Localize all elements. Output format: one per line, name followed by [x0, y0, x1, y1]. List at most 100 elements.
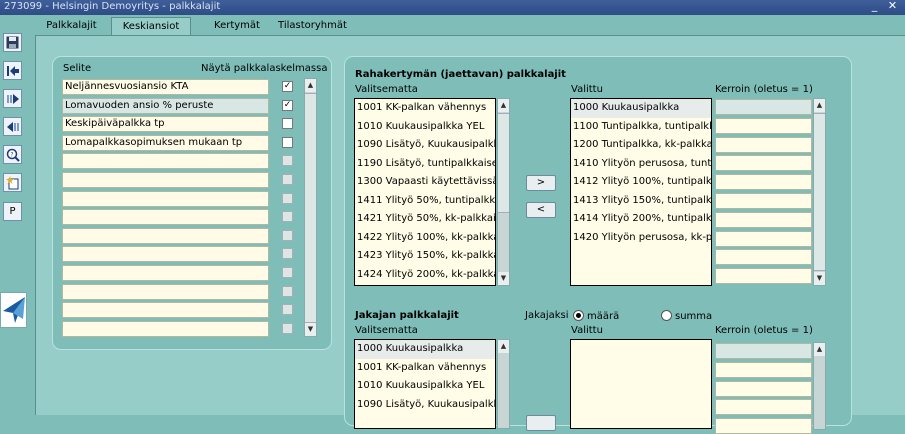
previous-record-button[interactable]: [3, 117, 22, 136]
unselected-palkkalaji-item[interactable]: 1300 Vapaasti käytettävissä: [355, 173, 495, 192]
save-button[interactable]: [3, 33, 22, 52]
move-left-button[interactable]: <: [526, 202, 556, 218]
selite-field[interactable]: [62, 209, 269, 226]
show-in-payslip-checkbox[interactable]: [282, 229, 293, 241]
selite-field[interactable]: Keskipäiväpalkka tp: [62, 116, 269, 133]
show-in-payslip-checkbox[interactable]: [282, 174, 293, 185]
unselected-palkkalaji-item[interactable]: 1421 Ylityö 50%, kk-palkkaiset: [355, 210, 495, 229]
jakaja-unselected-list[interactable]: 1000 Kuukausipalkka 1001 KK-palkan vähenn…: [354, 339, 496, 429]
jakaja-selected-list[interactable]: [570, 339, 712, 429]
selite-field[interactable]: [62, 172, 269, 188]
radio-summa[interactable]: [661, 310, 672, 321]
show-in-payslip-checkbox[interactable]: [282, 248, 293, 260]
selected-palkkalaji-item[interactable]: 1200 Tuntipalkka, kk-palkkaiset: [571, 136, 711, 155]
scroll-thumb[interactable]: [498, 113, 509, 213]
scroll-down-icon[interactable]: ▼: [498, 272, 509, 285]
unselected-palkkalaji-item[interactable]: 1422 Ylityö 100%, kk-palkkaiset: [355, 229, 495, 248]
scroll-up-icon[interactable]: ▲: [305, 79, 316, 92]
kerroin-input[interactable]: [715, 117, 812, 134]
show-in-payslip-checkbox[interactable]: [282, 211, 293, 223]
unselected-palkkalaji-item[interactable]: 1001 KK-palkan vähennys: [355, 359, 495, 378]
jakaja-move-button[interactable]: [526, 415, 556, 431]
tab-keskiansiot[interactable]: Keskiansiot: [111, 17, 191, 37]
scroll-thumb[interactable]: [814, 113, 825, 271]
show-in-payslip-checkbox[interactable]: [282, 322, 293, 334]
p-button[interactable]: P: [3, 202, 22, 221]
kerroin-input[interactable]: [715, 211, 812, 228]
search-button[interactable]: ?: [3, 145, 22, 164]
new-record-button[interactable]: [3, 173, 22, 192]
kerroin-input[interactable]: [715, 136, 812, 153]
show-in-payslip-checkbox[interactable]: [282, 304, 293, 316]
selite-field[interactable]: [62, 227, 269, 244]
show-in-payslip-checkbox[interactable]: [282, 136, 293, 148]
selite-field[interactable]: [62, 265, 269, 281]
scroll-down-icon[interactable]: ▼: [305, 323, 316, 336]
selected-palkkalaji-item[interactable]: 1412 Ylityö 100%, tuntipalkkaiset: [571, 173, 711, 192]
selected-palkkalaji-item[interactable]: 1420 Ylityön perusosa, kk-palkkaiset: [571, 229, 711, 248]
kerroin-input[interactable]: [715, 343, 812, 359]
show-in-payslip-checkbox[interactable]: ✓: [282, 99, 293, 111]
kerroin-input[interactable]: [715, 174, 812, 191]
show-in-payslip-checkbox[interactable]: ✓: [282, 81, 293, 92]
kerroin-input[interactable]: [715, 268, 812, 285]
unselected-palkkalaji-item[interactable]: 1090 Lisätyö, Kuukausipalkka: [355, 136, 495, 155]
minimize-button[interactable]: _: [867, 0, 882, 13]
unselected-palkkalaji-item[interactable]: 1001 KK-palkan vähennys: [355, 99, 495, 118]
selected-palkkalaji-item[interactable]: 1413 Ylityö 150%, tuntipalkkaiset: [571, 192, 711, 211]
unselected-palkkalaji-item[interactable]: 1010 Kuukausipalkka YEL: [355, 118, 495, 137]
next-record-button[interactable]: [3, 89, 22, 108]
selected-palkkalaji-item[interactable]: 1410 Ylityön perusosa, tuntipalkkaiset: [571, 155, 711, 174]
scroll-up-icon[interactable]: ▲: [498, 340, 509, 353]
kerroin-input[interactable]: [715, 155, 812, 172]
unselected-palkkalaji-item[interactable]: 1424 Ylityö 200%, kk-palkkaiset: [355, 266, 495, 285]
tab-tilastoryhmat[interactable]: Tilastoryhmät: [275, 17, 350, 37]
show-in-payslip-checkbox[interactable]: [282, 155, 293, 167]
show-in-payslip-checkbox[interactable]: [282, 192, 293, 204]
scroll-up-icon[interactable]: ▲: [814, 99, 825, 112]
jakaja-scrollbar[interactable]: ▲: [813, 342, 826, 430]
jakaja-unselected-scrollbar[interactable]: ▲: [497, 339, 510, 429]
unselected-palkkalaji-item[interactable]: 1000 Kuukausipalkka: [355, 340, 495, 359]
kerroin-input[interactable]: [715, 418, 812, 434]
radio-maara[interactable]: [573, 310, 584, 321]
kerroin-input[interactable]: [715, 99, 812, 115]
selected-palkkalaji-item[interactable]: 1000 Kuukausipalkka: [571, 99, 711, 118]
rahakertyma-unselected-list[interactable]: 1001 KK-palkan vähennys 1010 Kuukausipalk…: [354, 98, 496, 286]
selite-field[interactable]: Neljännesvuosiansio KTA: [62, 79, 269, 95]
kerroin-input[interactable]: [715, 230, 812, 247]
scroll-down-icon[interactable]: ▼: [814, 272, 825, 285]
rahakertyma-unselected-scrollbar[interactable]: ▲ ▼: [497, 98, 510, 286]
scroll-up-icon[interactable]: ▲: [814, 343, 825, 356]
selite-field[interactable]: Lomapalkkasopimuksen mukaan tp: [62, 134, 269, 151]
selite-field[interactable]: [62, 302, 269, 319]
show-in-payslip-checkbox[interactable]: [282, 267, 293, 278]
rahakertyma-scrollbar[interactable]: ▲ ▼: [813, 98, 826, 286]
selite-field[interactable]: [62, 283, 269, 300]
kerroin-input[interactable]: [715, 399, 812, 416]
kerroin-input[interactable]: [715, 249, 812, 266]
kerroin-input[interactable]: [715, 193, 812, 209]
unselected-palkkalaji-item[interactable]: 1090 Lisätyö, Kuukausipalkka: [355, 396, 495, 415]
tab-kertymat[interactable]: Kertymät: [207, 17, 267, 37]
selite-field[interactable]: [62, 246, 269, 263]
tab-palkkalajit[interactable]: Palkkalajit: [39, 17, 104, 37]
move-right-button[interactable]: >: [526, 175, 556, 191]
selite-scrollbar[interactable]: ▲ ▼: [304, 78, 317, 337]
unselected-palkkalaji-item[interactable]: 1423 Ylityö 150%, kk-palkkaiset: [355, 247, 495, 266]
unselected-palkkalaji-item[interactable]: 1190 Lisätyö, tuntipalkkaiset: [355, 155, 495, 174]
selected-palkkalaji-item[interactable]: 1414 Ylityö 200%, tuntipalkkaiset: [571, 210, 711, 229]
show-in-payslip-checkbox[interactable]: [282, 118, 293, 130]
selite-field[interactable]: [62, 320, 269, 337]
show-in-payslip-checkbox[interactable]: [282, 285, 293, 297]
first-record-button[interactable]: [3, 61, 22, 80]
kerroin-input[interactable]: [715, 380, 812, 397]
scroll-up-icon[interactable]: ▲: [498, 99, 509, 112]
selite-field[interactable]: [62, 190, 269, 207]
rahakertyma-selected-list[interactable]: 1000 Kuukausipalkka 1100 Tuntipalkka, tun…: [570, 98, 712, 286]
unselected-palkkalaji-item[interactable]: 1411 Ylityö 50%, tuntipalkkaiset: [355, 192, 495, 211]
unselected-palkkalaji-item[interactable]: 1010 Kuukausipalkka YEL: [355, 377, 495, 396]
selected-palkkalaji-item[interactable]: 1100 Tuntipalkka, tuntipalkkaiset: [571, 118, 711, 137]
selite-field[interactable]: [62, 153, 269, 170]
close-button[interactable]: ✕: [885, 0, 900, 13]
